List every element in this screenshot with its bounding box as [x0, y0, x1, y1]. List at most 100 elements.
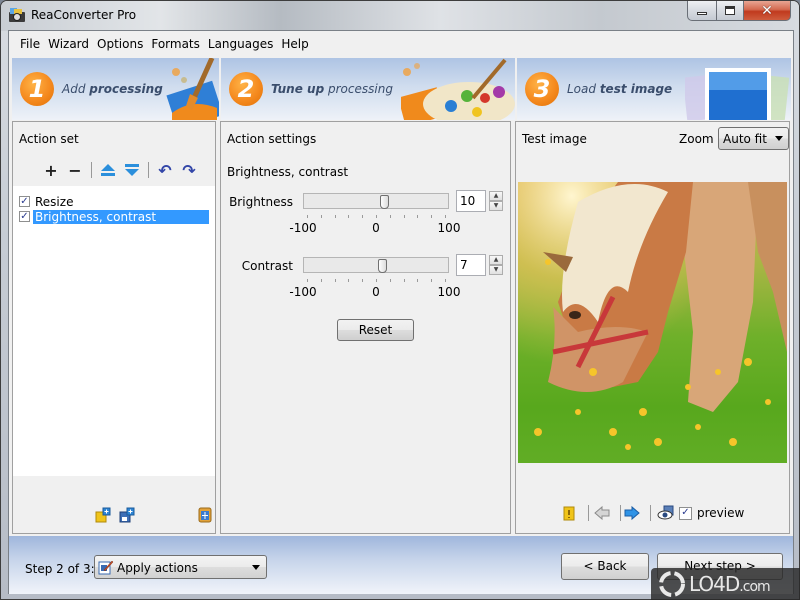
contrast-max-label: 100	[437, 285, 461, 299]
toolbar-divider	[148, 162, 149, 178]
close-button[interactable]: ✕	[743, 1, 791, 21]
brightness-slider[interactable]	[303, 193, 449, 209]
redo-icon[interactable]: ↷	[179, 160, 199, 180]
slider-tick	[445, 215, 446, 218]
action-set-title: Action set	[19, 132, 79, 146]
slider-tick	[307, 279, 308, 282]
save-set-icon[interactable]	[119, 507, 135, 523]
brightness-value-input[interactable]: 10	[456, 190, 486, 212]
lo4d-logo-icon	[659, 571, 685, 597]
step-load-test-image[interactable]: 3 Load test image	[517, 58, 791, 120]
reset-button[interactable]: Reset	[337, 319, 414, 341]
preview-checkbox[interactable]: ✓	[679, 506, 692, 520]
step-tune-up-processing[interactable]: 2 Tune up processing	[221, 58, 515, 120]
move-up-icon[interactable]	[98, 160, 118, 180]
paintbrush-icon	[166, 58, 219, 120]
chevron-down-icon	[252, 565, 260, 570]
client-area: File Wizard Options Formats Languages He…	[8, 30, 794, 594]
close-icon: ✕	[761, 2, 773, 19]
slider-tick	[445, 279, 446, 282]
slider-tick	[307, 215, 308, 218]
move-down-icon[interactable]	[122, 160, 142, 180]
menu-options[interactable]: Options	[93, 37, 147, 51]
action-checkbox[interactable]: ✓	[19, 211, 30, 222]
menu-bar: File Wizard Options Formats Languages He…	[9, 31, 793, 57]
menu-help[interactable]: Help	[277, 37, 312, 51]
menu-languages[interactable]: Languages	[204, 37, 277, 51]
brightness-decrement-button[interactable]: ▼	[489, 201, 503, 211]
slider-tick	[376, 215, 377, 218]
contrast-slider-thumb[interactable]	[377, 259, 387, 273]
brightness-min-label: -100	[289, 221, 317, 235]
step-number-badge: 2	[229, 72, 263, 106]
zoom-dropdown[interactable]: Auto fit	[718, 127, 789, 150]
action-item-resize[interactable]: ✓ Resize	[19, 194, 75, 209]
slider-tick	[431, 279, 433, 282]
slider-tick	[403, 279, 405, 282]
open-image-icon[interactable]	[562, 505, 578, 521]
step-add-processing[interactable]: 1 Add processing	[12, 58, 219, 120]
zoom-label: Zoom	[679, 132, 714, 146]
slider-tick	[348, 279, 350, 282]
slider-tick	[334, 215, 336, 218]
next-arrow-icon[interactable]	[624, 505, 640, 521]
contrast-min-label: -100	[289, 285, 317, 299]
maximize-button[interactable]	[716, 1, 743, 21]
palette-icon	[401, 58, 515, 120]
zoom-value: Auto fit	[723, 132, 767, 146]
slider-tick	[362, 279, 364, 282]
slider-tick	[403, 215, 405, 218]
contrast-spinner: ▲ ▼	[489, 255, 503, 275]
brightness-increment-button[interactable]: ▲	[489, 191, 503, 201]
slider-tick	[417, 279, 419, 282]
contrast-increment-button[interactable]: ▲	[489, 255, 503, 265]
action-mode-dropdown[interactable]: Apply actions	[94, 555, 267, 579]
action-checkbox[interactable]: ✓	[19, 196, 30, 207]
step-indicator: Step 2 of 3:	[25, 562, 95, 576]
remove-action-icon[interactable]: −	[65, 160, 85, 180]
add-folder-icon[interactable]	[95, 507, 111, 523]
contrast-row: Contrast -100 0 100 7 ▲ ▼	[221, 253, 511, 313]
menu-formats[interactable]: Formats	[147, 37, 204, 51]
action-list[interactable]: ✓ Resize ✓ Brightness, contrast	[13, 186, 215, 476]
eye-view-icon[interactable]	[657, 505, 675, 521]
brightness-ticks	[307, 215, 446, 218]
monitor-image-icon	[685, 68, 790, 120]
step-number-badge: 3	[525, 72, 559, 106]
action-settings-title: Action settings	[227, 132, 317, 146]
contrast-value-input[interactable]: 7	[456, 254, 486, 276]
brightness-label: Brightness	[229, 195, 293, 209]
toolbar-divider	[650, 505, 651, 521]
wizard-steps-header: 1 Add processing 2 Tune up processing 3 …	[10, 58, 792, 120]
previous-arrow-icon[interactable]	[594, 505, 610, 521]
back-button[interactable]: < Back	[561, 553, 649, 580]
contrast-label: Contrast	[241, 259, 293, 273]
toolbar-divider	[620, 505, 621, 521]
title-bar[interactable]: ReaConverter Pro ✕	[1, 1, 799, 31]
app-window: ReaConverter Pro ✕ File Wizard Options F…	[0, 0, 800, 600]
contrast-ticks	[307, 279, 446, 282]
window-title: ReaConverter Pro	[31, 8, 137, 22]
brightness-slider-thumb[interactable]	[379, 195, 389, 209]
action-item-brightness-contrast[interactable]: ✓ Brightness, contrast	[19, 209, 209, 224]
action-mode-value: Apply actions	[117, 561, 198, 575]
slider-tick	[431, 215, 433, 218]
test-image-preview	[518, 182, 787, 463]
menu-file[interactable]: File	[16, 37, 44, 51]
menu-wizard[interactable]: Wizard	[44, 37, 93, 51]
contrast-decrement-button[interactable]: ▼	[489, 265, 503, 275]
slider-tick	[417, 215, 419, 218]
action-settings-subheading: Brightness, contrast	[227, 165, 349, 179]
undo-icon[interactable]: ↶	[155, 160, 175, 180]
test-image-toolbar: ✓ preview	[516, 504, 789, 524]
test-image-title: Test image	[522, 132, 587, 146]
action-settings-panel: Action settings Brightness, contrast Bri…	[220, 121, 511, 534]
minimize-button[interactable]	[687, 1, 716, 21]
slider-tick	[362, 215, 364, 218]
add-action-icon[interactable]: +	[41, 160, 61, 180]
contrast-slider[interactable]	[303, 257, 449, 273]
horse-photo	[518, 182, 787, 463]
calculator-icon[interactable]	[197, 507, 213, 523]
brightness-max-label: 100	[437, 221, 461, 235]
brightness-row: Brightness -100 0 100 10 ▲ ▼	[221, 189, 511, 249]
